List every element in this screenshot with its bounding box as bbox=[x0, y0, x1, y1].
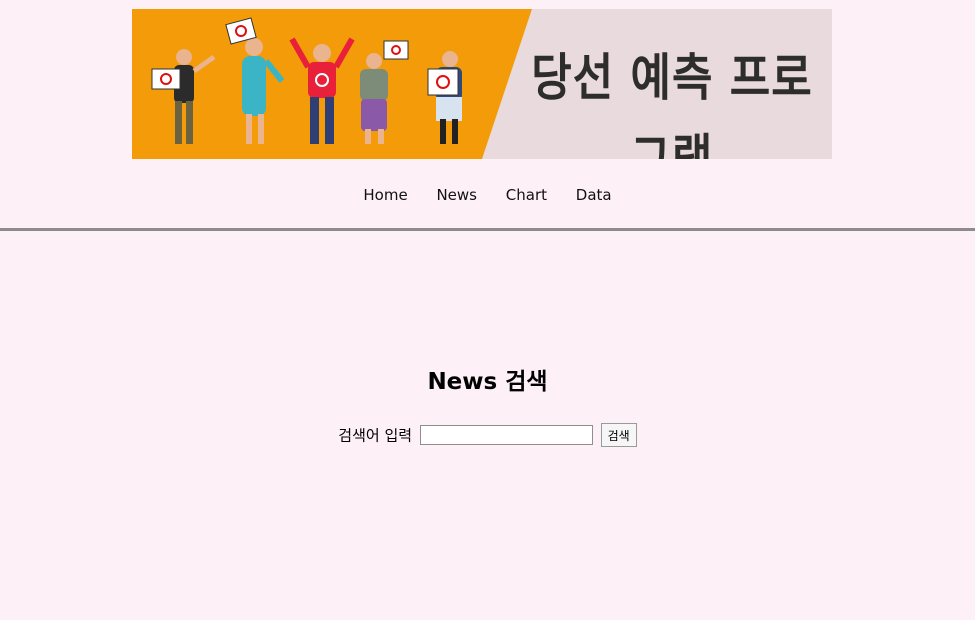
search-form: 검색어 입력 검색 bbox=[0, 423, 975, 447]
header-divider bbox=[0, 228, 975, 231]
banner-image: 당선 예측 프로그램 bbox=[132, 9, 832, 159]
search-label: 검색어 입력 bbox=[338, 426, 413, 445]
banner-title: 당선 예측 프로그램 bbox=[531, 48, 813, 159]
main-nav: Home News Chart Data bbox=[0, 186, 975, 204]
nav-home[interactable]: Home bbox=[363, 186, 407, 204]
page-title: News 검색 bbox=[427, 369, 548, 395]
nav-news[interactable]: News bbox=[436, 186, 477, 204]
nav-data[interactable]: Data bbox=[576, 186, 612, 204]
nav-chart[interactable]: Chart bbox=[506, 186, 547, 204]
search-input[interactable] bbox=[419, 425, 593, 445]
search-button[interactable]: 검색 bbox=[600, 423, 637, 447]
